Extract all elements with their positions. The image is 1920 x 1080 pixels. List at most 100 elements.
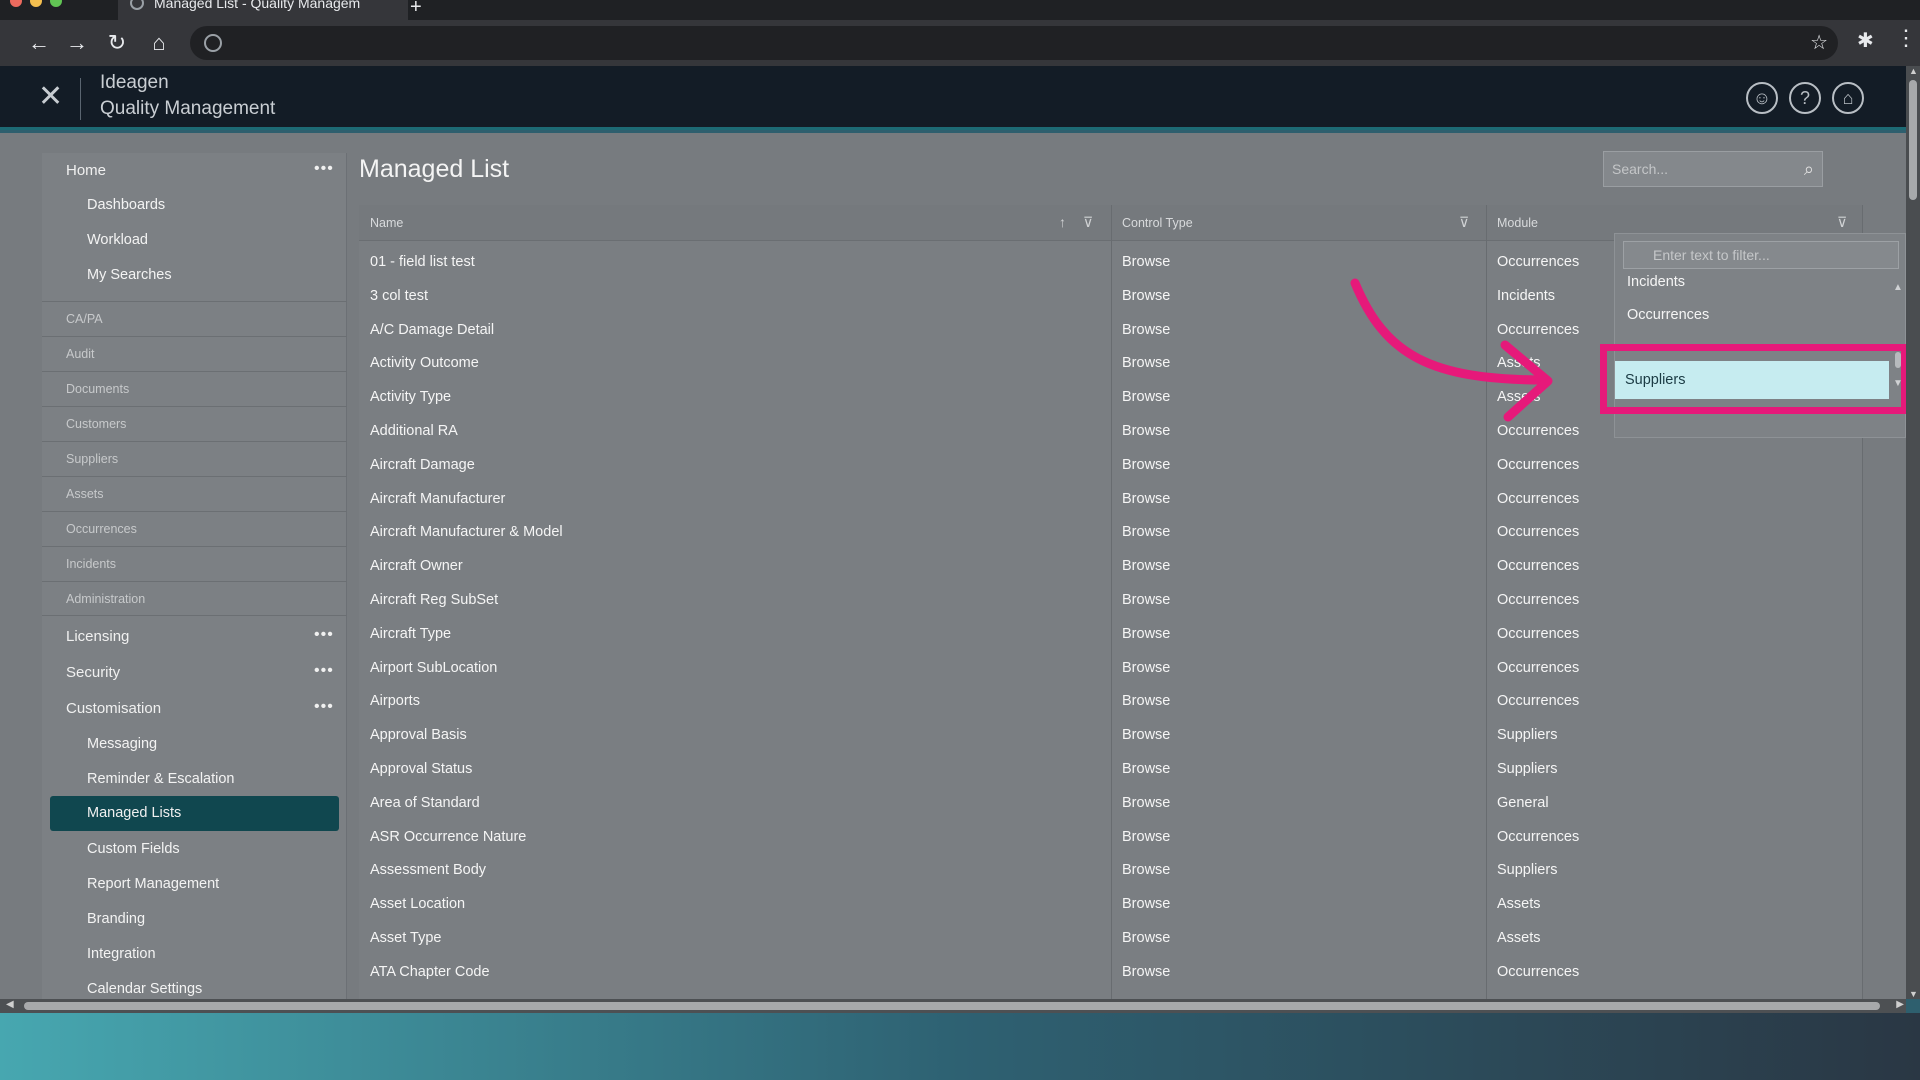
- table-row[interactable]: Asset Type Browse Assets: [359, 921, 1863, 955]
- filter-icon[interactable]: ⊽: [1083, 214, 1093, 231]
- sidebar-item-integration[interactable]: Integration: [87, 946, 156, 962]
- table-row[interactable]: ASR Occurrence Nature Browse Occurrences: [359, 820, 1863, 854]
- sidebar-item-occurrences[interactable]: Occurrences: [42, 511, 347, 546]
- sidebar-item-suppliers[interactable]: Suppliers: [42, 441, 347, 476]
- more-icon[interactable]: •••: [314, 662, 334, 680]
- table-row[interactable]: Aircraft Manufacturer Browse Occurrences: [359, 482, 1863, 516]
- sidebar-item-customers[interactable]: Customers: [42, 406, 347, 441]
- sidebar-item-assets[interactable]: Assets: [42, 476, 347, 511]
- table-row[interactable]: Aircraft Manufacturer & Model Browse Occur…: [359, 515, 1863, 549]
- scroll-right-icon[interactable]: ▶: [1896, 999, 1904, 1010]
- search-placeholder: Search...: [1612, 161, 1669, 177]
- cell-name: Additional RA: [370, 423, 458, 439]
- table-row[interactable]: Assessment Body Browse Suppliers: [359, 853, 1863, 887]
- sidebar-item-reminder-escalation[interactable]: Reminder & Escalation: [87, 771, 235, 787]
- home-icon[interactable]: ⌂: [146, 30, 172, 56]
- cell-module: Occurrences: [1497, 963, 1580, 980]
- sidebar-item-branding[interactable]: Branding: [87, 911, 145, 927]
- home-icon[interactable]: ⌂: [1832, 82, 1864, 114]
- cell-control-type: Browse: [1122, 592, 1171, 608]
- scroll-up-icon[interactable]: ▲: [1909, 66, 1918, 76]
- window-controls[interactable]: [10, 0, 70, 12]
- cell-control-type: Browse: [1122, 930, 1171, 946]
- sidebar: Home ••• Dashboards Workload My Searches…: [42, 153, 347, 999]
- scroll-left-icon[interactable]: ◀: [6, 999, 14, 1010]
- forward-icon[interactable]: →: [64, 30, 90, 56]
- cell-module: Assets: [1497, 930, 1541, 946]
- plus-icon[interactable]: +: [410, 0, 422, 19]
- dropdown-scroll-up-icon[interactable]: ▲: [1893, 282, 1903, 293]
- browser-tab[interactable]: Managed List - Quality Managem: [118, 0, 408, 20]
- sidebar-item-capa[interactable]: CA/PA: [42, 301, 347, 336]
- more-icon[interactable]: •••: [314, 698, 334, 716]
- sidebar-item-messaging[interactable]: Messaging: [87, 736, 157, 752]
- cell-module: Suppliers: [1497, 761, 1558, 777]
- cell-name: Aircraft Reg SubSet: [370, 592, 499, 608]
- dropdown-option-incidents[interactable]: Incidents: [1627, 274, 1685, 290]
- sort-asc-icon[interactable]: ↑: [1059, 214, 1066, 230]
- sidebar-item-customisation[interactable]: Customisation: [66, 700, 161, 717]
- vertical-scroll-thumb[interactable]: [1909, 80, 1917, 200]
- sidebar-item-custom-fields[interactable]: Custom Fields: [87, 841, 180, 857]
- extensions-icon[interactable]: ✱: [1857, 28, 1881, 52]
- sidebar-item-incidents[interactable]: Incidents: [42, 546, 347, 581]
- column-header-module[interactable]: Module: [1486, 205, 1538, 241]
- sidebar-item-audit[interactable]: Audit: [42, 336, 347, 371]
- search-icon[interactable]: ⌕: [1804, 152, 1814, 186]
- scroll-down-icon[interactable]: ▼: [1909, 989, 1918, 999]
- browser-menu-icon[interactable]: ⋮: [1895, 27, 1917, 49]
- column-header-control-type[interactable]: Control Type: [1111, 205, 1193, 241]
- table-row[interactable]: Aircraft Damage Browse Occurrences: [359, 448, 1863, 482]
- sidebar-item-documents[interactable]: Documents: [42, 371, 347, 406]
- more-icon[interactable]: •••: [314, 160, 334, 178]
- sidebar-item-calendar-settings[interactable]: Calendar Settings: [87, 981, 202, 997]
- sidebar-item-administration[interactable]: Administration: [42, 581, 347, 616]
- table-row[interactable]: Area of Standard Browse General: [359, 786, 1863, 820]
- table-row[interactable]: Asset Location Browse Assets: [359, 887, 1863, 921]
- close-icon[interactable]: ✕: [38, 80, 63, 114]
- horizontal-scrollbar[interactable]: ◀ ▶: [0, 999, 1906, 1013]
- sidebar-item-report-management[interactable]: Report Management: [87, 876, 219, 892]
- cell-name: Approval Status: [370, 761, 473, 777]
- horizontal-scroll-thumb[interactable]: [24, 1002, 1880, 1010]
- more-icon[interactable]: •••: [314, 626, 334, 644]
- sidebar-item-security[interactable]: Security: [66, 664, 120, 681]
- user-icon[interactable]: ☺: [1746, 82, 1778, 114]
- bookmark-star-icon[interactable]: ☆: [1810, 30, 1828, 55]
- reload-icon[interactable]: ↻: [104, 30, 130, 56]
- cell-control-type: Browse: [1122, 896, 1171, 913]
- cell-control-type: Browse: [1122, 254, 1171, 270]
- site-info-icon[interactable]: [204, 34, 222, 52]
- cell-name: Airport SubLocation: [370, 659, 498, 676]
- sidebar-item-licensing[interactable]: Licensing: [66, 628, 129, 645]
- table-row[interactable]: Approval Status Browse Suppliers: [359, 752, 1863, 786]
- sidebar-item-home[interactable]: Home: [66, 162, 106, 179]
- table-row[interactable]: Aircraft Type Browse Occurrences: [359, 617, 1863, 651]
- sidebar-item-managed-lists[interactable]: Managed Lists: [50, 796, 339, 831]
- filter-icon[interactable]: ⊽: [1459, 214, 1469, 231]
- table-row[interactable]: Approval Basis Browse Suppliers: [359, 718, 1863, 752]
- header-divider: [80, 78, 81, 120]
- cell-module: Occurrences: [1497, 828, 1580, 845]
- search-input[interactable]: Search... ⌕: [1603, 151, 1823, 187]
- filter-text-input[interactable]: Enter text to filter...: [1623, 241, 1899, 269]
- sidebar-item-dashboards[interactable]: Dashboards: [87, 197, 165, 213]
- cell-control-type: Browse: [1122, 456, 1171, 473]
- help-icon[interactable]: ?: [1789, 82, 1821, 114]
- vertical-scrollbar[interactable]: ▲ ▼: [1906, 66, 1920, 999]
- dropdown-option-occurrences[interactable]: Occurrences: [1627, 307, 1709, 323]
- sidebar-item-workload[interactable]: Workload: [87, 232, 148, 248]
- table-row[interactable]: Aircraft Owner Browse Occurrences: [359, 549, 1863, 583]
- table-row[interactable]: Aircraft Reg SubSet Browse Occurrences: [359, 583, 1863, 617]
- cell-control-type: Browse: [1122, 693, 1171, 710]
- table-row[interactable]: Airport SubLocation Browse Occurrences: [359, 651, 1863, 685]
- column-header-name[interactable]: Name: [359, 205, 403, 241]
- table-row[interactable]: ATA Chapter Code Browse Occurrences: [359, 955, 1863, 989]
- cell-control-type: Browse: [1122, 963, 1171, 980]
- cell-name: Area of Standard: [370, 794, 480, 811]
- back-icon[interactable]: ←: [26, 30, 52, 56]
- address-bar[interactable]: ☆: [190, 26, 1838, 60]
- filter-icon[interactable]: ⊽: [1837, 214, 1847, 231]
- table-row[interactable]: Airports Browse Occurrences: [359, 684, 1863, 718]
- sidebar-item-my-searches[interactable]: My Searches: [87, 267, 172, 283]
